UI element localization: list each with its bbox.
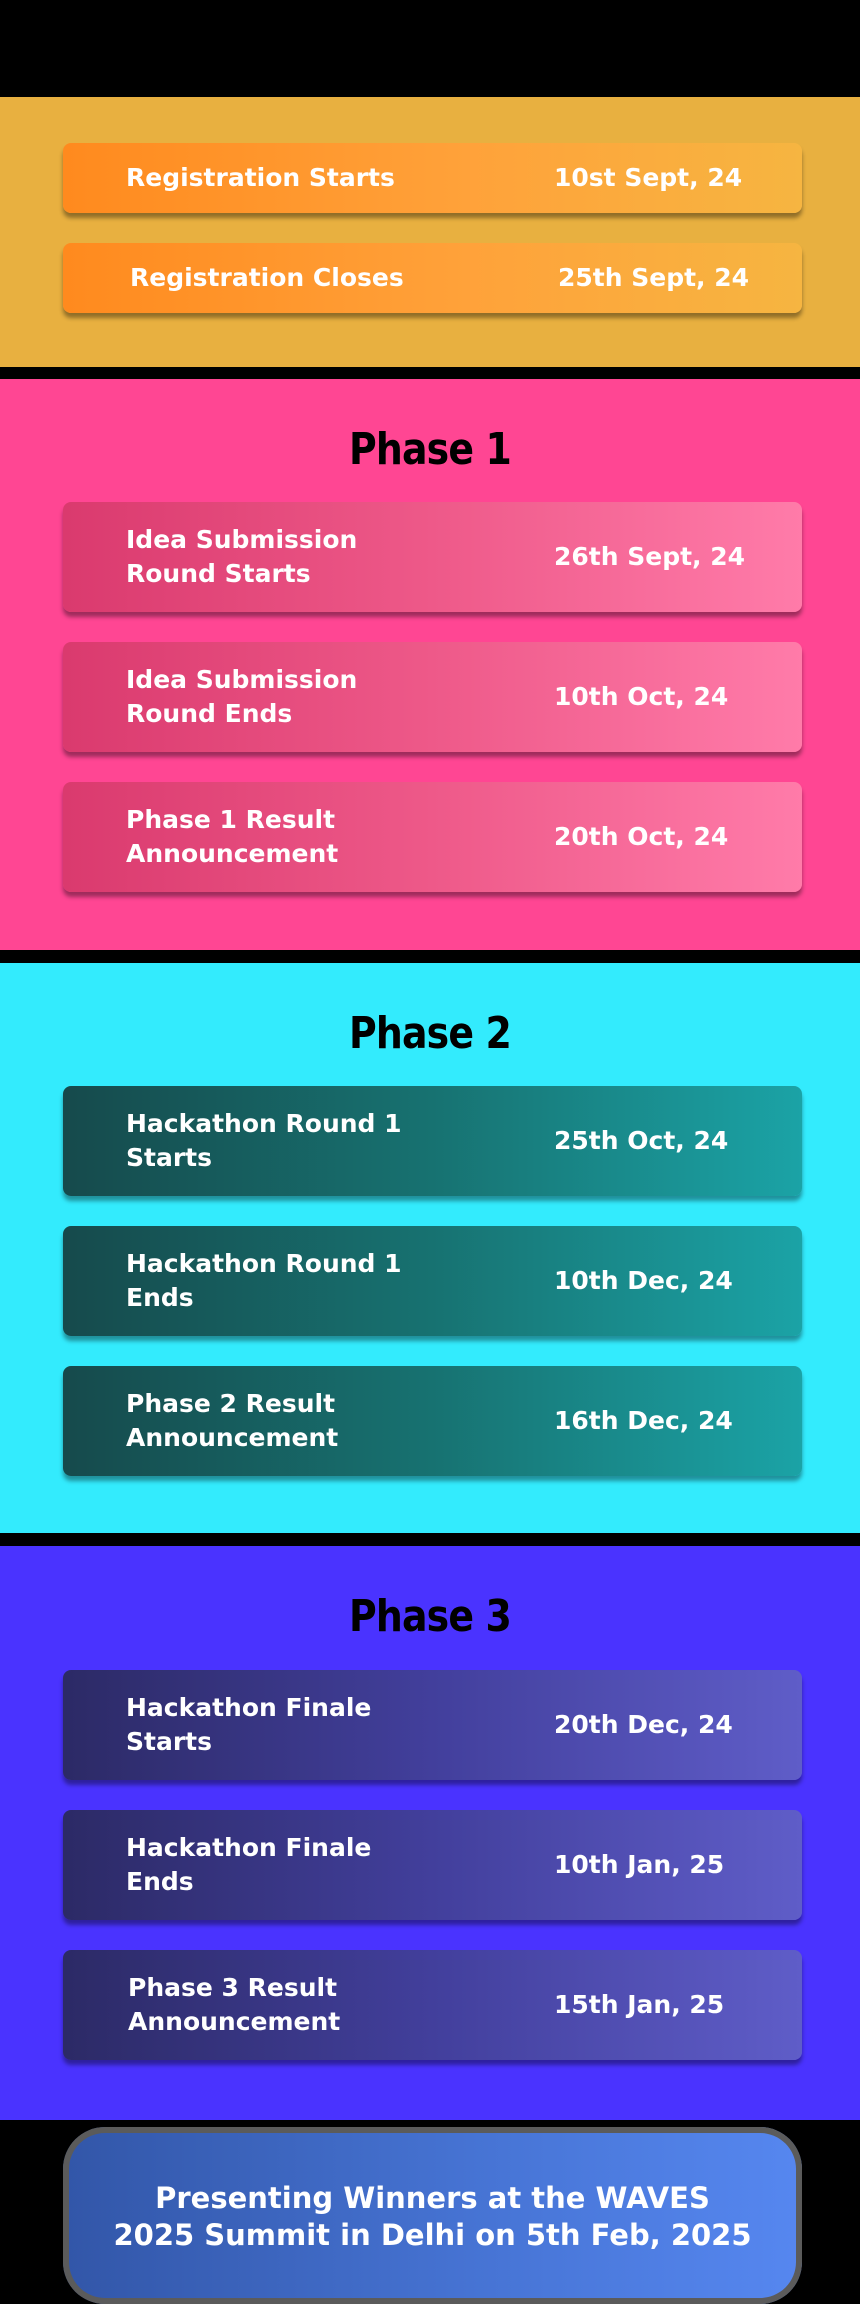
phase-1-section: Phase 1 Idea Submission Round Starts 26t… (0, 379, 860, 950)
phase-2-section: Phase 2 Hackathon Round 1 Starts 25th Oc… (0, 963, 860, 1533)
milestone-card: Hackathon Finale Ends 10th Jan, 25 (63, 1810, 802, 1920)
milestone-date: 20th Dec, 24 (554, 1710, 733, 1739)
milestone-date: 10th Jan, 25 (554, 1850, 725, 1879)
milestone-card: Hackathon Round 1 Starts 25th Oct, 24 (63, 1086, 802, 1196)
finale-banner: Presenting Winners at the WAVES 2025 Sum… (63, 2127, 802, 2304)
milestone-card: Idea Submission Round Ends 10th Oct, 24 (63, 642, 802, 752)
finale-line-1: Presenting Winners at the WAVES (155, 2181, 710, 2215)
milestone-label: Registration Starts (126, 163, 395, 192)
phase-title: Phase 2 (349, 1008, 512, 1059)
milestone-date: 10th Oct, 24 (554, 682, 729, 711)
milestone-label: Registration Closes (130, 263, 404, 292)
milestone-label: Phase 3 Result Announcement (128, 1973, 341, 2036)
milestone-date: 10th Dec, 24 (554, 1266, 733, 1295)
registration-section: Registration Starts 10st Sept, 24 Regist… (0, 97, 860, 367)
milestone-date: 16th Dec, 24 (554, 1406, 733, 1435)
registration-start-card: Registration Starts 10st Sept, 24 (63, 143, 802, 213)
milestone-card: Hackathon Finale Starts 20th Dec, 24 (63, 1670, 802, 1780)
timeline-page: Registration Starts 10st Sept, 24 Regist… (0, 0, 860, 2304)
milestone-label: Phase 2 Result Announcement (126, 1389, 339, 1452)
finale-line-2: 2025 Summit in Delhi on 5th Feb, 2025 (113, 2218, 752, 2252)
phase-title: Phase 1 (349, 424, 512, 475)
milestone-card: Phase 3 Result Announcement 15th Jan, 25 (63, 1950, 802, 2060)
milestone-card: Phase 1 Result Announcement 20th Oct, 24 (63, 782, 802, 892)
milestone-label: Hackathon Round 1 Starts (126, 1109, 402, 1172)
milestone-label: Phase 1 Result Announcement (126, 805, 339, 868)
milestone-date: 15th Jan, 25 (554, 1990, 725, 2019)
milestone-label: Idea Submission Round Ends (126, 665, 358, 728)
milestone-date: 26th Sept, 24 (554, 542, 746, 571)
milestone-date: 25th Oct, 24 (554, 1126, 729, 1155)
milestone-label: Hackathon Finale Starts (126, 1693, 372, 1756)
milestone-date: 25th Sept, 24 (558, 263, 750, 292)
milestone-card: Phase 2 Result Announcement 16th Dec, 24 (63, 1366, 802, 1476)
milestone-date: 10st Sept, 24 (554, 163, 743, 192)
milestone-card: Idea Submission Round Starts 26th Sept, … (63, 502, 802, 612)
phase-title: Phase 3 (349, 1591, 512, 1642)
milestone-label: Idea Submission Round Starts (126, 525, 358, 588)
milestone-label: Hackathon Finale Ends (126, 1833, 372, 1896)
milestone-date: 20th Oct, 24 (554, 822, 729, 851)
registration-close-card: Registration Closes 25th Sept, 24 (63, 243, 802, 313)
milestone-label: Hackathon Round 1 Ends (126, 1249, 402, 1312)
finale-text: Presenting Winners at the WAVES 2025 Sum… (63, 2180, 802, 2254)
milestone-card: Hackathon Round 1 Ends 10th Dec, 24 (63, 1226, 802, 1336)
phase-3-section: Phase 3 Hackathon Finale Starts 20th Dec… (0, 1546, 860, 2120)
